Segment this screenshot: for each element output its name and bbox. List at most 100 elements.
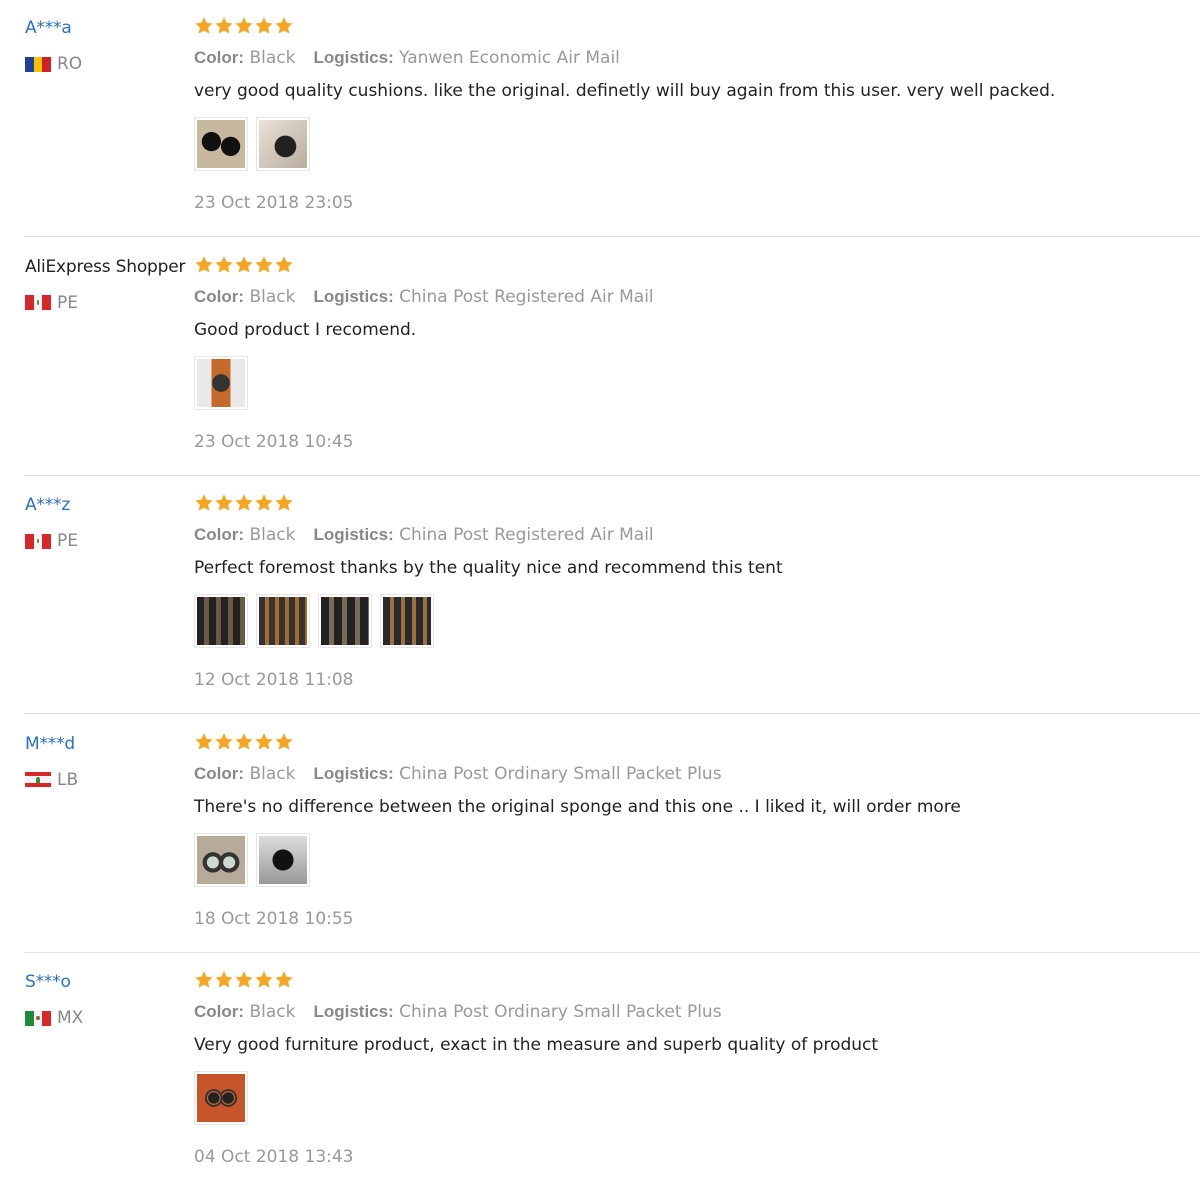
color-label: Color: <box>194 763 245 783</box>
star-icon <box>254 255 274 275</box>
color-value: Black <box>249 48 296 68</box>
color-value: Black <box>249 525 296 545</box>
order-info: Color: Black Logistics: China Post Ordina… <box>194 1002 722 1022</box>
review-text: very good quality cushions. like the ori… <box>194 81 1056 101</box>
star-icon <box>274 493 294 513</box>
star-icon <box>194 732 214 752</box>
review-photos <box>194 1071 256 1125</box>
star-icon <box>194 970 214 990</box>
review-date: 23 Oct 2018 23:05 <box>194 193 354 213</box>
star-icon <box>254 493 274 513</box>
review-photo <box>197 1074 245 1122</box>
review-item: A***a RO Color: Black Logistics: Yanwen Eco… <box>0 0 1200 239</box>
country-flag-icon <box>25 533 51 549</box>
logistics-value: China Post Ordinary Small Packet Plus <box>399 763 722 784</box>
review-text: There's no difference between the origin… <box>194 796 961 817</box>
reviewer-name[interactable]: A***z <box>25 495 70 515</box>
review-photos <box>194 355 256 410</box>
color-label: Color: <box>194 286 245 306</box>
color-label: Color: <box>194 525 245 544</box>
review-photo <box>259 597 307 645</box>
review-photo-thumbnail[interactable] <box>380 594 434 648</box>
country-flag-icon <box>25 772 51 787</box>
order-info: Color: Black Logistics: Yanwen Economic A… <box>194 48 620 68</box>
star-icon <box>274 16 294 36</box>
star-rating <box>194 255 294 277</box>
review-photos <box>194 832 318 887</box>
review-photo-thumbnail[interactable] <box>256 594 310 648</box>
review-photo-thumbnail[interactable] <box>194 594 248 648</box>
review-photo <box>197 358 245 407</box>
country-flag-icon <box>25 1010 51 1026</box>
review-item: S***o MX Color: Black Logistics: China Post… <box>0 954 1200 1193</box>
review-photo-thumbnail[interactable] <box>256 117 310 171</box>
star-icon <box>254 732 274 752</box>
star-icon <box>214 493 234 513</box>
review-text: Good product I recomend. <box>194 319 417 340</box>
star-icon <box>214 16 234 36</box>
color-label: Color: <box>194 1002 245 1021</box>
color-value: Black <box>249 286 296 307</box>
star-icon <box>194 255 214 275</box>
review-date: 18 Oct 2018 10:55 <box>194 908 354 929</box>
order-info: Color: Black Logistics: China Post Regist… <box>194 287 654 307</box>
logistics-label: Logistics: <box>313 1002 394 1021</box>
reviewer-country: LB <box>25 769 78 791</box>
review-photo-thumbnail[interactable] <box>318 594 372 648</box>
logistics-value: China Post Registered Air Mail <box>399 525 654 545</box>
star-icon <box>234 732 254 752</box>
review-photo-thumbnail[interactable] <box>194 1071 248 1125</box>
logistics-value: China Post Ordinary Small Packet Plus <box>399 1002 722 1022</box>
logistics-label: Logistics: <box>313 48 394 67</box>
review-photos <box>194 594 442 648</box>
color-value: Black <box>249 1002 296 1022</box>
star-icon <box>234 493 254 513</box>
country-code: RO <box>57 54 83 74</box>
country-code: PE <box>57 292 78 313</box>
logistics-value: Yanwen Economic Air Mail <box>399 48 620 68</box>
star-icon <box>234 255 254 275</box>
review-photo <box>259 835 307 884</box>
reviewer-country: PE <box>25 530 78 552</box>
logistics-value: China Post Registered Air Mail <box>399 286 654 307</box>
reviewer-country: PE <box>25 292 78 314</box>
color-label: Color: <box>194 48 245 67</box>
country-code: PE <box>57 531 78 551</box>
review-photo-thumbnail[interactable] <box>194 117 248 171</box>
reviewer-name[interactable]: M***d <box>25 734 75 754</box>
star-icon <box>234 16 254 36</box>
reviewer-name[interactable]: A***a <box>25 18 72 38</box>
logistics-label: Logistics: <box>313 763 394 783</box>
review-text: Very good furniture product, exact in th… <box>194 1035 879 1055</box>
star-icon <box>194 16 214 36</box>
review-divider <box>24 474 1200 476</box>
logistics-label: Logistics: <box>313 525 394 544</box>
star-icon <box>274 255 294 275</box>
review-photo-thumbnail[interactable] <box>256 832 310 887</box>
review-item: A***z PE Color: Black Logistics: China Post… <box>0 477 1200 716</box>
country-flag-icon <box>25 56 51 72</box>
star-icon <box>254 16 274 36</box>
star-icon <box>274 732 294 752</box>
star-rating <box>194 493 294 515</box>
logistics-label: Logistics: <box>313 286 394 306</box>
star-icon <box>194 493 214 513</box>
country-code: LB <box>57 769 79 790</box>
star-icon <box>274 970 294 990</box>
review-photo <box>321 597 369 645</box>
star-rating <box>194 970 294 992</box>
review-photo-thumbnail[interactable] <box>194 355 248 410</box>
star-icon <box>214 255 234 275</box>
review-photo <box>197 835 245 884</box>
star-rating <box>194 732 294 754</box>
review-photo <box>383 597 431 645</box>
star-icon <box>214 970 234 990</box>
reviewer-name[interactable]: S***o <box>25 972 71 992</box>
review-divider <box>24 713 1200 714</box>
review-photo <box>197 120 245 168</box>
review-photo <box>259 120 307 168</box>
color-value: Black <box>249 763 296 784</box>
review-photo-thumbnail[interactable] <box>194 832 248 887</box>
review-date: 12 Oct 2018 11:08 <box>194 670 354 690</box>
reviewer-name: AliExpress Shopper <box>25 256 186 277</box>
